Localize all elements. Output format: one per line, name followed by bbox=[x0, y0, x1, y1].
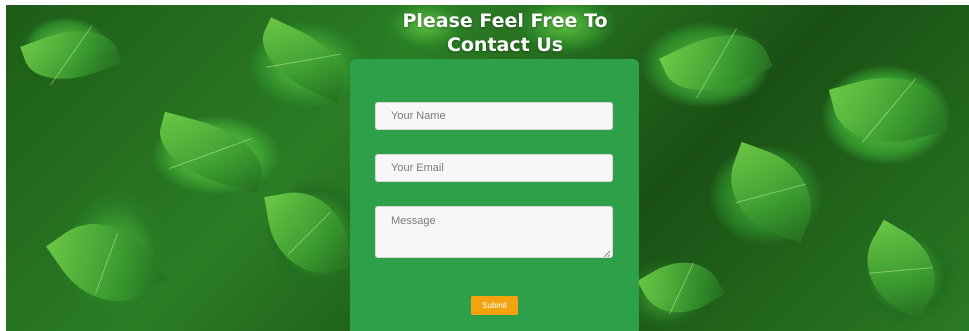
name-input[interactable] bbox=[375, 102, 613, 130]
leaf-decoration bbox=[150, 111, 272, 194]
contact-form: Submit bbox=[350, 59, 639, 331]
leaf-decoration bbox=[45, 200, 167, 325]
message-textarea[interactable] bbox=[375, 206, 613, 258]
leaf-decoration bbox=[659, 16, 773, 109]
leaf-decoration bbox=[715, 141, 827, 244]
leaf-decoration bbox=[828, 62, 949, 158]
contact-page: Please Feel Free To Contact Us Submit bbox=[0, 0, 969, 331]
leaf-decoration bbox=[249, 17, 358, 103]
leaf-decoration bbox=[848, 219, 954, 321]
email-input[interactable] bbox=[375, 154, 613, 182]
submit-button[interactable]: Submit bbox=[471, 296, 518, 315]
page-title: Please Feel Free To Contact Us bbox=[402, 10, 608, 56]
leaf-decoration bbox=[636, 246, 726, 329]
leaf-decoration bbox=[264, 184, 353, 281]
resize-grip-icon[interactable] bbox=[604, 251, 610, 257]
leaf-decoration bbox=[20, 16, 122, 94]
